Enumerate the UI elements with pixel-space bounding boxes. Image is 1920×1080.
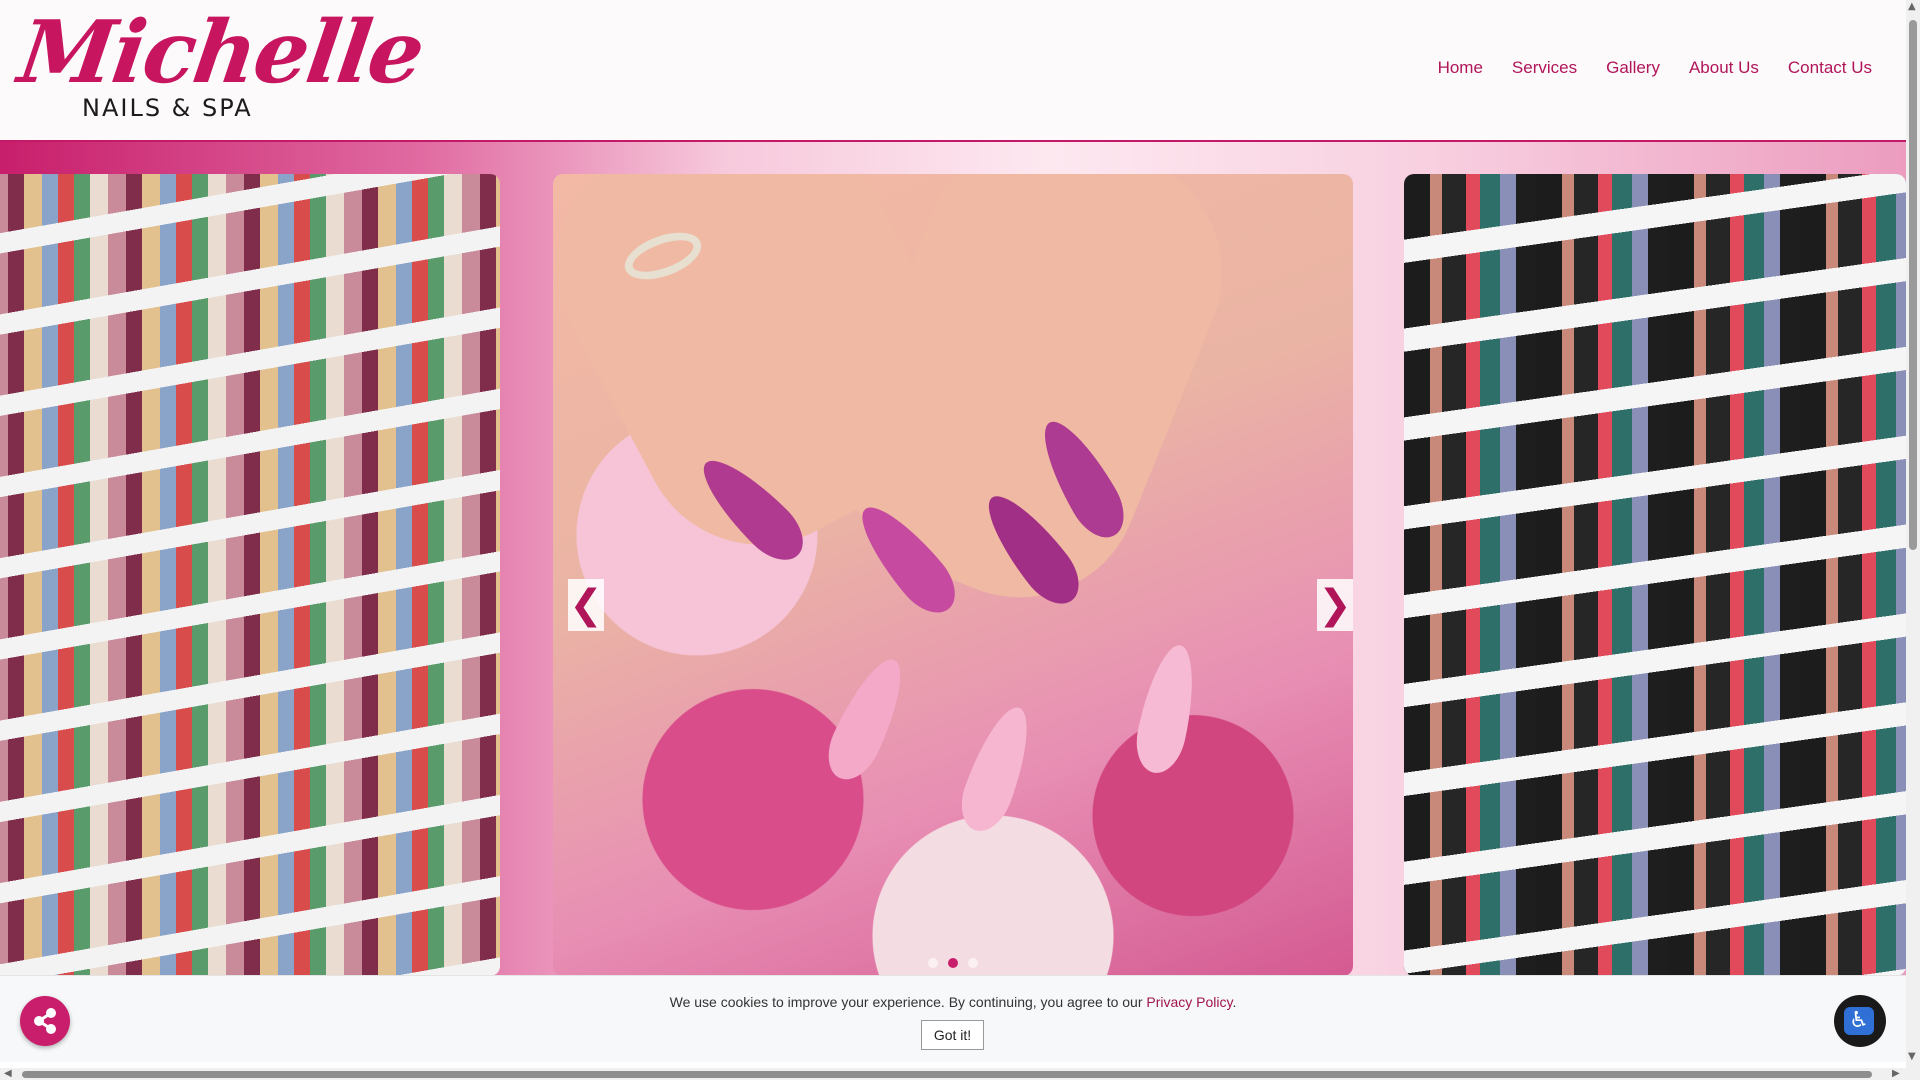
logo[interactable]: Michelle NAILS & SPA (13, 2, 429, 125)
slide-nail-powder-shelves (0, 174, 500, 975)
cookie-text: We use cookies to improve your experienc… (669, 994, 1147, 1010)
scroll-up-icon[interactable]: ▲ (1908, 2, 1916, 12)
scroll-right-icon[interactable]: ▶ (1892, 1069, 1900, 1079)
horizontal-scrollbar[interactable]: ◀ ▶ (0, 1068, 1920, 1080)
shelves-image (0, 174, 500, 975)
hero-slider: ❮ ❯ (0, 142, 1906, 975)
nav-contact-us[interactable]: Contact Us (1788, 58, 1872, 78)
cookie-banner: We use cookies to improve your experienc… (0, 975, 1906, 1062)
vertical-scrollbar[interactable]: ▲ ▼ (1906, 0, 1920, 1068)
slider-dots (928, 958, 978, 968)
share-icon (34, 1008, 56, 1034)
accessibility-icon: ♿ (1844, 1007, 1874, 1035)
manicure-image (553, 174, 1353, 975)
slider-dot[interactable] (928, 958, 938, 968)
slide-xo-shelves (1404, 174, 1906, 975)
nail (952, 699, 1042, 839)
main-nav: Home Services Gallery About Us Contact U… (1438, 58, 1872, 78)
site-header: Michelle NAILS & SPA Home Services Galle… (0, 0, 1906, 142)
nav-services[interactable]: Services (1512, 58, 1577, 78)
nail (817, 649, 917, 789)
accessibility-button[interactable]: ♿ (1834, 995, 1886, 1047)
vertical-scroll-thumb[interactable] (1909, 20, 1917, 550)
logo-script-text: Michelle (12, 2, 429, 103)
slide-pink-manicure: ❮ ❯ (553, 174, 1353, 975)
nav-gallery[interactable]: Gallery (1606, 58, 1660, 78)
slider-next-button[interactable]: ❯ (1317, 579, 1353, 631)
shelves-image (1404, 174, 1906, 975)
cookie-message: We use cookies to improve your experienc… (0, 994, 1906, 1010)
nav-home[interactable]: Home (1438, 58, 1483, 78)
slider-dot[interactable] (968, 958, 978, 968)
horizontal-scroll-thumb[interactable] (22, 1071, 1872, 1078)
nav-about-us[interactable]: About Us (1689, 58, 1759, 78)
nail (1130, 640, 1204, 778)
slider-dot-active[interactable] (948, 958, 958, 968)
logo-subtitle: NAILS & SPA (82, 94, 253, 122)
cookie-suffix: . (1232, 994, 1237, 1010)
privacy-policy-link[interactable]: Privacy Policy (1146, 994, 1232, 1010)
slider-prev-button[interactable]: ❮ (568, 579, 604, 631)
scroll-down-icon[interactable]: ▼ (1908, 1052, 1916, 1062)
scroll-left-icon[interactable]: ◀ (4, 1069, 12, 1079)
share-button[interactable] (20, 996, 70, 1046)
got-it-button[interactable]: Got it! (921, 1020, 984, 1050)
